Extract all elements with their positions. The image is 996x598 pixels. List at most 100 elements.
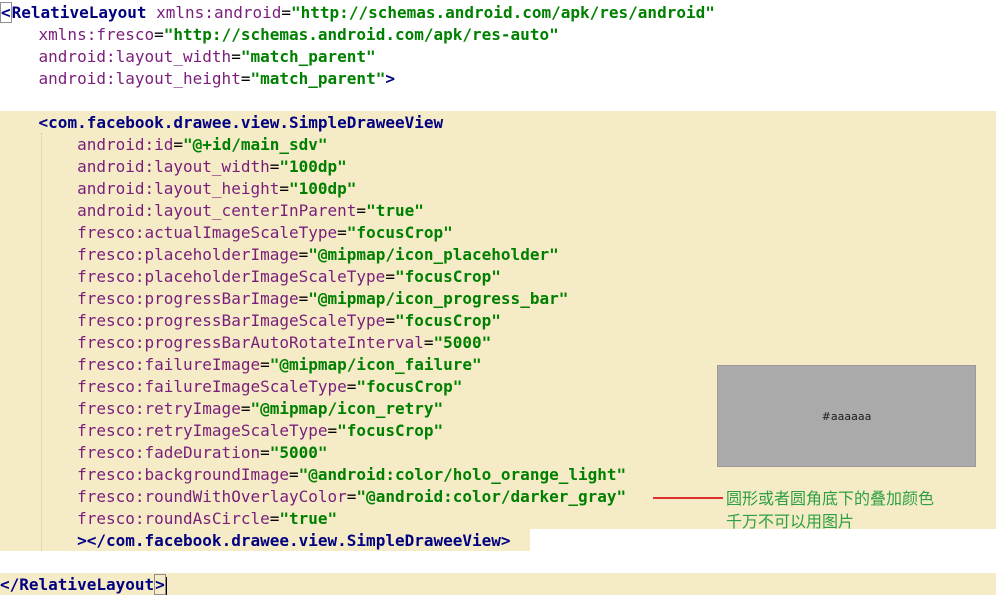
code-line: fresco:roundWithOverlayColor="@android:c… bbox=[0, 486, 626, 508]
code-line: fresco:fadeDuration="5000" bbox=[0, 442, 327, 464]
code-line: android:layout_centerInParent="true" bbox=[0, 200, 424, 222]
code-line: fresco:roundAsCircle="true" bbox=[0, 508, 337, 530]
code-token: fresco:actualImageScaleType bbox=[77, 223, 338, 242]
code-token: = bbox=[346, 377, 357, 396]
code-token: > bbox=[154, 574, 166, 595]
text-caret bbox=[165, 576, 167, 595]
code-line: ></com.facebook.drawee.view.SimpleDrawee… bbox=[0, 530, 511, 552]
code-token: com.facebook.drawee.view.SimpleDraweeVie… bbox=[105, 531, 501, 550]
code-line: fresco:retryImage="@mipmap/icon_retry" bbox=[0, 398, 443, 420]
code-token: "http://schemas.android.com/apk/res-auto… bbox=[163, 25, 559, 44]
code-token: = bbox=[298, 245, 309, 264]
code-token: "@android:color/darker_gray" bbox=[356, 487, 627, 506]
code-token: "focusCrop" bbox=[394, 267, 501, 286]
code-token: android:layout_height bbox=[38, 69, 241, 88]
code-token: "@mipmap/icon_progress_bar" bbox=[308, 289, 569, 308]
code-token: = bbox=[173, 135, 184, 154]
code-token: android:id bbox=[77, 135, 174, 154]
code-line: fresco:progressBarImageScaleType="focusC… bbox=[0, 310, 501, 332]
code-token: fresco:roundAsCircle bbox=[77, 509, 270, 528]
code-token: "http://schemas.android.com/apk/res/andr… bbox=[291, 3, 715, 22]
code-line: fresco:actualImageScaleType="focusCrop" bbox=[0, 222, 453, 244]
code-token: "5000" bbox=[433, 333, 492, 352]
swatch-label: #aaaaaa bbox=[821, 409, 872, 423]
code-token: </ bbox=[0, 575, 20, 594]
code-token: "focusCrop" bbox=[346, 223, 453, 242]
code-token: = bbox=[327, 421, 338, 440]
annotation-note: 圆形或者圆角底下的叠加颜色 千万不可以用图片 bbox=[726, 487, 934, 533]
code-token: = bbox=[385, 311, 395, 330]
annotation-line-2: 千万不可以用图片 bbox=[726, 512, 855, 531]
code-token: "match_parent" bbox=[240, 47, 376, 66]
code-token: "true" bbox=[366, 201, 424, 220]
code-token: fresco:retryImageScaleType bbox=[77, 421, 328, 440]
code-token: android:layout_width bbox=[77, 157, 270, 176]
code-token: fresco:roundWithOverlayColor bbox=[77, 487, 347, 506]
code-token: = bbox=[337, 223, 347, 242]
code-token: android:layout_height bbox=[77, 179, 280, 198]
code-token: "true" bbox=[279, 509, 338, 528]
code-token: = bbox=[260, 443, 270, 462]
code-token: < bbox=[38, 113, 49, 132]
code-token: "focusCrop" bbox=[337, 421, 444, 440]
code-token: = bbox=[269, 509, 280, 528]
code-token: fresco:backgroundImage bbox=[77, 465, 289, 484]
code-line: fresco:progressBarImage="@mipmap/icon_pr… bbox=[0, 288, 568, 310]
code-token: android:layout_width bbox=[38, 47, 232, 66]
code-line: fresco:failureImage="@mipmap/icon_failur… bbox=[0, 354, 482, 376]
code-token: fresco:progressBarAutoRotateInterval bbox=[77, 333, 424, 352]
code-token: RelativeLayout bbox=[11, 3, 157, 22]
code-token: RelativeLayout bbox=[19, 575, 155, 594]
code-token: xmlns:android bbox=[156, 3, 282, 22]
code-token: = bbox=[154, 25, 164, 44]
code-token: = bbox=[281, 3, 292, 22]
code-token: "match_parent" bbox=[250, 69, 386, 88]
code-token: = bbox=[346, 487, 357, 506]
annotation-line-1: 圆形或者圆角底下的叠加颜色 bbox=[726, 489, 935, 508]
annotation-pointer-line bbox=[653, 497, 723, 499]
code-line: fresco:retryImageScaleType="focusCrop" bbox=[0, 420, 443, 442]
code-token: "@+id/main_sdv" bbox=[183, 135, 328, 154]
code-token: "focusCrop" bbox=[394, 311, 501, 330]
code-token: = bbox=[288, 465, 299, 484]
code-token: fresco:placeholderImage bbox=[77, 245, 299, 264]
code-line: fresco:progressBarAutoRotateInterval="50… bbox=[0, 332, 491, 354]
code-token: "@mipmap/icon_failure" bbox=[269, 355, 482, 374]
code-line: android:layout_width="100dp" bbox=[0, 156, 347, 178]
code-token: = bbox=[269, 157, 280, 176]
code-token: fresco:fadeDuration bbox=[77, 443, 261, 462]
code-token: "@android:color/holo_orange_light" bbox=[298, 465, 627, 484]
code-line: android:layout_width="match_parent" bbox=[0, 46, 376, 68]
code-token: = bbox=[260, 355, 270, 374]
code-token: ></ bbox=[77, 531, 106, 550]
code-line: xmlns:fresco="http://schemas.android.com… bbox=[0, 24, 559, 46]
code-line: fresco:backgroundImage="@android:color/h… bbox=[0, 464, 626, 486]
code-line: <com.facebook.drawee.view.SimpleDraweeVi… bbox=[0, 112, 444, 134]
code-token: < bbox=[0, 2, 12, 23]
code-line: android:id="@+id/main_sdv" bbox=[0, 134, 328, 156]
code-token: fresco:retryImage bbox=[77, 399, 241, 418]
color-swatch-aaaaaa: #aaaaaa bbox=[717, 365, 976, 467]
code-line: android:layout_height="100dp" bbox=[0, 178, 356, 200]
code-token: "100dp" bbox=[289, 179, 357, 198]
code-token: fresco:failureImageScaleType bbox=[77, 377, 347, 396]
